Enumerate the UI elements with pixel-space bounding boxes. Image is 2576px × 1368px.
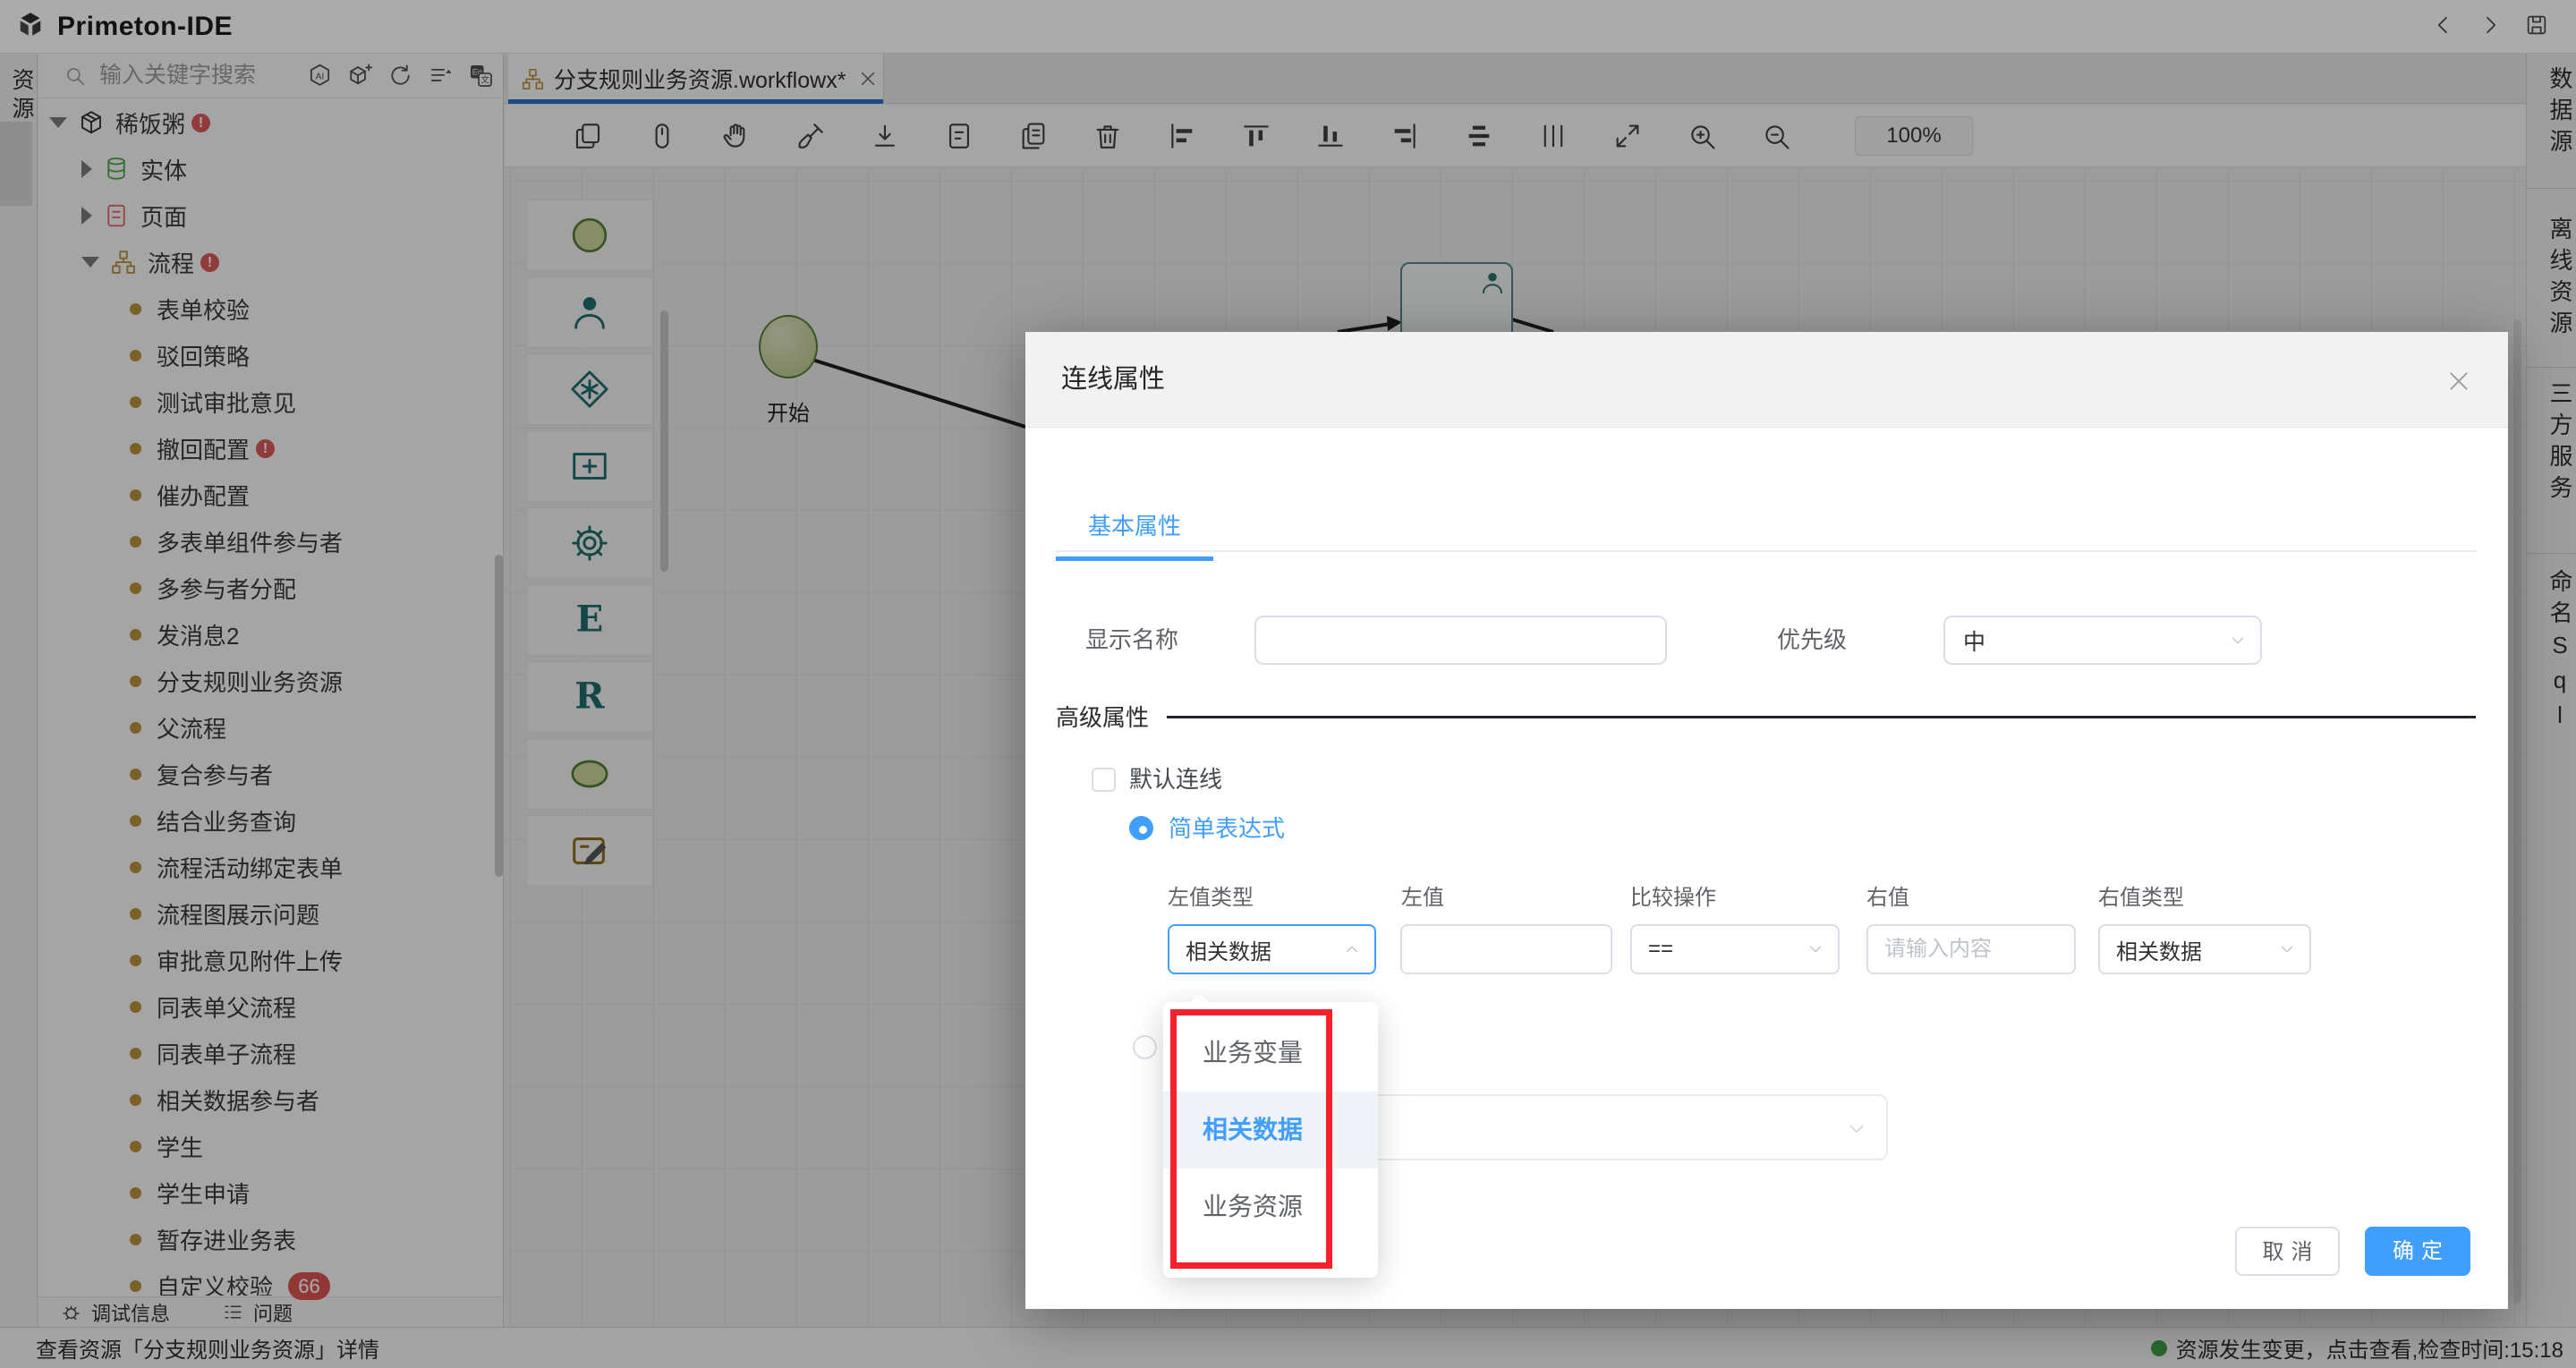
connection-properties-dialog: 连线属性 基本属性 显示名称 优先级 中 高级属性 默认连线 简单表达式 左值类… — [1025, 332, 2508, 1309]
dialog-header: 连线属性 — [1025, 332, 2508, 428]
tab-divider — [1056, 550, 2478, 552]
advanced-section-divider — [1167, 716, 2476, 718]
priority-select[interactable]: 中 — [1943, 616, 2262, 665]
cancel-button[interactable]: 取消 — [2235, 1227, 2340, 1276]
dropdown-option-业务资源[interactable]: 业务资源 — [1163, 1168, 1378, 1245]
column-label-右值: 右值 — [1866, 886, 1909, 910]
dialog-title: 连线属性 — [1061, 365, 1166, 394]
advanced-section-label: 高级属性 — [1056, 704, 1150, 731]
tab-basic-properties[interactable]: 基本属性 — [1056, 508, 1213, 561]
dropdown-option-相关数据[interactable]: 相关数据 — [1163, 1092, 1378, 1168]
column-label-比较操作: 比较操作 — [1630, 886, 1716, 910]
display-name-label: 显示名称 — [1085, 626, 1179, 653]
chevron-down-icon — [1845, 1117, 1868, 1141]
compare-op-select[interactable]: == — [1630, 924, 1840, 974]
column-label-左值类型: 左值类型 — [1168, 886, 1254, 910]
primeton-ide-screen: Primeton-IDE 资源 AIEn文 稀饭粥!实体页面流程!表单校验驳回策… — [0, 0, 2576, 1368]
chevron-down-icon — [2277, 939, 2297, 959]
left-type-select[interactable]: 相关数据 — [1168, 924, 1376, 974]
column-label-左值: 左值 — [1401, 886, 1444, 910]
chevron-down-icon — [2228, 631, 2248, 650]
default-line-checkbox[interactable] — [1092, 768, 1116, 792]
right-type-select[interactable]: 相关数据 — [2098, 924, 2311, 974]
display-name-input[interactable] — [1254, 616, 1667, 665]
confirm-button[interactable]: 确定 — [2365, 1227, 2470, 1276]
right-value-input[interactable] — [1866, 924, 2076, 974]
dropdown-option-业务变量[interactable]: 业务变量 — [1163, 1015, 1378, 1092]
left-value-input[interactable] — [1400, 924, 1612, 974]
priority-label: 优先级 — [1777, 626, 1848, 653]
dialog-close-icon[interactable] — [2445, 368, 2472, 395]
chevron-down-icon — [1806, 939, 1825, 959]
compare-op-value: == — [1648, 937, 1674, 961]
simple-expression-label: 简单表达式 — [1169, 815, 1286, 842]
default-line-label: 默认连线 — [1129, 766, 1223, 793]
left-type-dropdown: 业务变量 相关数据 业务资源 — [1163, 1002, 1378, 1278]
chevron-up-icon — [1342, 939, 1362, 959]
priority-value: 中 — [1963, 629, 1986, 655]
second-option-radio[interactable] — [1133, 1035, 1157, 1059]
simple-expression-radio[interactable] — [1129, 816, 1153, 840]
column-label-右值类型: 右值类型 — [2098, 886, 2184, 910]
right-type-value: 相关数据 — [2116, 939, 2202, 964]
left-type-value: 相关数据 — [1186, 939, 1271, 964]
